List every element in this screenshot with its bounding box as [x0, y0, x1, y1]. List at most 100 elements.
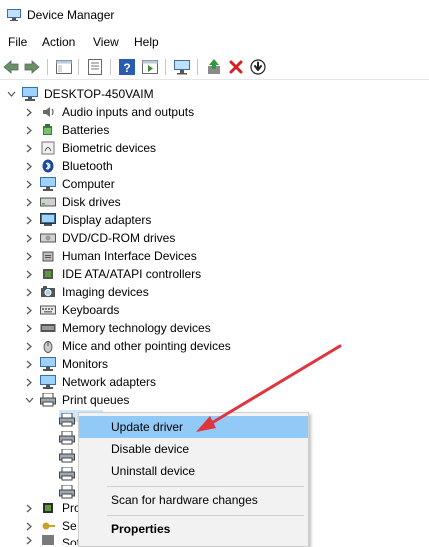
update-driver-menu-item[interactable]: Update driver [79, 416, 308, 438]
tree-item-label: IDE ATA/ATAPI controllers [62, 267, 202, 281]
chevron-right-icon[interactable] [24, 355, 34, 373]
disable-device-menu-item[interactable]: Disable device [79, 438, 308, 460]
chevron-right-icon[interactable] [24, 265, 34, 283]
chevron-right-icon[interactable] [24, 121, 34, 139]
tree-item-disk-drives[interactable]: Disk drives [24, 193, 121, 211]
tree-item-biometric-devices[interactable]: Biometric devices [24, 139, 156, 157]
chevron-right-icon[interactable] [24, 499, 34, 517]
update-driver-label: Update driver [111, 420, 184, 434]
chevron-right-icon[interactable] [24, 373, 34, 391]
menu-bar: File Action View Help [0, 32, 429, 52]
chevron-down-icon[interactable] [24, 391, 34, 409]
chevron-right-icon[interactable] [24, 175, 34, 193]
update-driver-icon[interactable] [205, 58, 223, 76]
tree-root[interactable]: DESKTOP-450VAIM [6, 85, 154, 103]
tree-root-label: DESKTOP-450VAIM [44, 87, 154, 101]
tree-item-label: Human Interface Devices [62, 249, 197, 263]
tree-item-label: Monitors [62, 357, 109, 371]
back-icon[interactable] [2, 58, 20, 76]
help-icon[interactable]: ? [118, 58, 136, 76]
scan-hardware-menu-item[interactable]: Scan for hardware changes [79, 489, 308, 511]
keyboard-icon [40, 302, 56, 318]
chevron-right-icon[interactable] [24, 247, 34, 265]
menu-separator [107, 515, 304, 516]
action-pane-icon[interactable] [141, 58, 159, 76]
uninstall-icon[interactable] [227, 58, 245, 76]
chevron-right-icon[interactable] [24, 319, 34, 337]
security-key-icon [40, 518, 56, 534]
tree-item-computer[interactable]: Computer [24, 175, 115, 193]
chevron-right-icon[interactable] [24, 517, 34, 535]
scan-hardware-icon[interactable] [173, 58, 191, 76]
tree-item-label: Se [62, 519, 77, 533]
mouse-icon [40, 338, 56, 354]
chevron-right-icon[interactable] [24, 301, 34, 319]
menu-file[interactable]: File [8, 35, 27, 49]
tree-item-bluetooth[interactable]: Bluetooth [24, 157, 113, 175]
tree-item-ide-ata-atapi-controllers[interactable]: IDE ATA/ATAPI controllers [24, 265, 201, 283]
tree-item-processors[interactable]: Pro [24, 499, 81, 517]
tree-item-human-interface-devices[interactable]: Human Interface Devices [24, 247, 197, 265]
tree-item-network-adapters[interactable]: Network adapters [24, 373, 156, 391]
tree-item-monitors[interactable]: Monitors [24, 355, 108, 373]
disk-drive-icon [40, 194, 56, 210]
tree-item-label: Disk drives [62, 195, 121, 209]
camera-icon [40, 284, 56, 300]
tree-item-label: Print queues [62, 393, 130, 407]
forward-icon[interactable] [23, 58, 41, 76]
tree-item-batteries[interactable]: Batteries [24, 121, 109, 139]
chevron-right-icon[interactable] [24, 193, 34, 211]
monitor-icon [40, 356, 56, 372]
chevron-right-icon[interactable] [24, 283, 34, 301]
biometric-icon [40, 140, 56, 156]
chevron-right-icon[interactable] [24, 535, 34, 545]
bluetooth-icon [40, 158, 56, 174]
chevron-right-icon[interactable] [24, 157, 34, 175]
software-device-icon [40, 535, 56, 545]
title-bar: Device Manager [0, 0, 429, 31]
scan-hardware-label: Scan for hardware changes [111, 493, 258, 507]
properties-icon[interactable] [86, 58, 104, 76]
context-menu: Update driver Disable device Uninstall d… [78, 412, 309, 547]
tree-item-keyboards[interactable]: Keyboards [24, 301, 119, 319]
processor-icon [40, 500, 56, 516]
tree-item-dvd-cd-rom-drives[interactable]: DVD/CD-ROM drives [24, 229, 175, 247]
menu-help[interactable]: Help [134, 35, 159, 49]
menu-view[interactable]: View [93, 35, 119, 49]
properties-menu-item[interactable]: Properties [79, 518, 308, 540]
tree-item-mice-and-other-pointing-devices[interactable]: Mice and other pointing devices [24, 337, 231, 355]
chevron-down-icon[interactable] [6, 85, 16, 103]
tree-item-label: Keyboards [62, 303, 120, 317]
hid-icon [40, 248, 56, 264]
tree-item-label: Computer [62, 177, 115, 191]
svg-text:?: ? [123, 61, 130, 75]
computer-icon [22, 86, 38, 102]
tree-item-memory-technology-devices[interactable]: Memory technology devices [24, 319, 211, 337]
chevron-right-icon[interactable] [24, 103, 34, 121]
download-icon[interactable] [249, 58, 267, 76]
toolbar: ? [0, 55, 429, 80]
network-adapter-icon [40, 374, 56, 390]
properties-label: Properties [111, 522, 171, 536]
disable-device-label: Disable device [111, 442, 190, 456]
tree-item-audio-inputs-and-outputs[interactable]: Audio inputs and outputs [24, 103, 194, 121]
uninstall-device-menu-item[interactable]: Uninstall device [79, 460, 308, 482]
speaker-icon [40, 104, 56, 120]
tree-item-security[interactable]: Se [24, 517, 77, 535]
dvd-drive-icon [40, 230, 56, 246]
memory-icon [40, 320, 56, 336]
device-manager-icon [7, 9, 21, 21]
printer-icon [59, 412, 75, 430]
chevron-right-icon[interactable] [24, 229, 34, 247]
printer-icon [59, 466, 75, 484]
tree-item-label: Batteries [62, 123, 110, 137]
tree-item-imaging-devices[interactable]: Imaging devices [24, 283, 149, 301]
menu-action[interactable]: Action [42, 35, 75, 49]
show-hide-console-tree-icon[interactable] [55, 58, 73, 76]
chevron-right-icon[interactable] [24, 337, 34, 355]
chevron-right-icon[interactable] [24, 211, 34, 229]
chevron-right-icon[interactable] [24, 139, 34, 157]
tree-item-display-adapters[interactable]: Display adapters [24, 211, 151, 229]
tree-item-print-queues[interactable]: Print queues [24, 391, 129, 409]
tree-item-label: Display adapters [62, 213, 152, 227]
